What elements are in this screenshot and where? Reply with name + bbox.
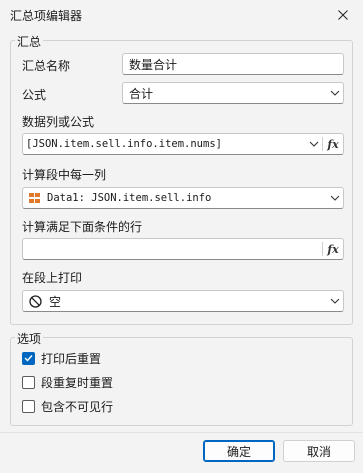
chevron-down-icon[interactable]	[306, 134, 322, 154]
print-on-band-label: 在段上打印	[22, 271, 83, 285]
cancel-button[interactable]: 取消	[283, 440, 355, 462]
options-group-title: 选项	[15, 330, 44, 347]
each-column-value: Data1: JSON.item.sell.info	[47, 192, 212, 204]
window-title: 汇总项编辑器	[10, 9, 83, 23]
summary-name-value: 数量合计	[129, 57, 178, 72]
summary-name-input[interactable]: 数量合计	[122, 53, 344, 75]
chevron-down-icon	[327, 291, 343, 311]
condition-input[interactable]: fx	[22, 238, 344, 260]
each-column-label: 计算段中每一列	[22, 168, 107, 182]
checkbox-checked[interactable]	[22, 351, 35, 365]
close-icon	[338, 10, 348, 20]
checkbox-label: 打印后重置	[41, 351, 102, 366]
include-invisible-rows-checkbox[interactable]: 包含不可见行	[22, 398, 113, 414]
print-on-band-value: 空	[49, 294, 62, 309]
summary-group-title: 汇总	[15, 33, 44, 50]
condition-label: 计算满足下面条件的行	[22, 220, 143, 234]
dataset-icon	[23, 193, 45, 203]
checkbox-unchecked[interactable]	[22, 375, 35, 389]
ok-button[interactable]: 确定	[203, 440, 275, 462]
checkbox-unchecked[interactable]	[22, 399, 35, 413]
chevron-down-icon	[327, 188, 343, 208]
reset-on-band-repeat-checkbox[interactable]: 段重复时重置	[22, 374, 113, 390]
each-column-select[interactable]: Data1: JSON.item.sell.info	[22, 187, 344, 209]
data-column-label: 数据列或公式	[22, 115, 95, 129]
summary-name-label: 汇总名称	[22, 59, 71, 73]
data-column-value: [JSON.item.sell.info.item.nums]	[26, 138, 222, 150]
footer-divider	[0, 432, 363, 433]
fx-button[interactable]: fx	[323, 134, 343, 154]
close-button[interactable]	[323, 0, 363, 30]
print-on-band-select[interactable]: 空	[22, 290, 344, 312]
checkbox-label: 段重复时重置	[41, 375, 114, 390]
title-bar: 汇总项编辑器	[0, 0, 363, 30]
chevron-down-icon	[327, 83, 343, 103]
formula-select[interactable]: 合计	[122, 82, 344, 104]
reset-after-print-checkbox[interactable]: 打印后重置	[22, 350, 101, 366]
check-icon	[24, 355, 33, 362]
formula-value: 合计	[129, 86, 154, 101]
formula-label: 公式	[22, 88, 47, 102]
data-column-input[interactable]: [JSON.item.sell.info.item.nums] fx	[22, 133, 344, 155]
fx-button[interactable]: fx	[323, 239, 343, 259]
checkbox-label: 包含不可见行	[41, 399, 114, 414]
no-entry-icon	[23, 294, 47, 308]
